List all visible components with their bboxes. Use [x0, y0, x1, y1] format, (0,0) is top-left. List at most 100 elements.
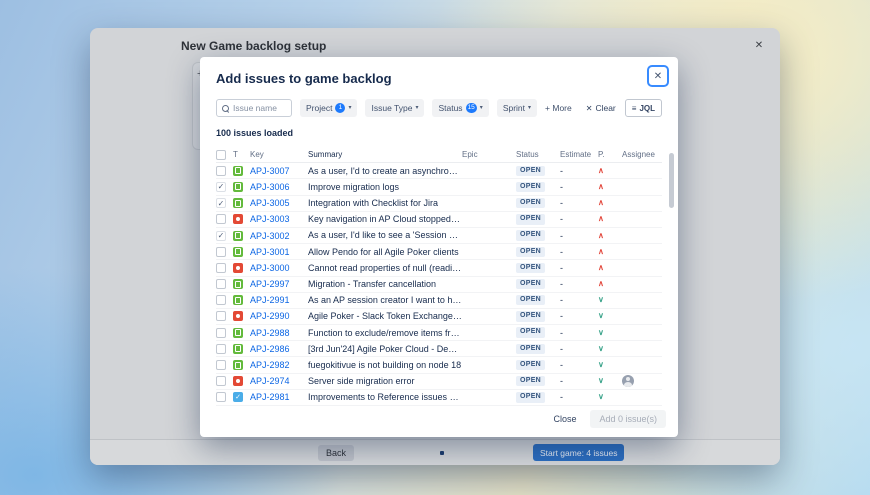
issue-key-link[interactable]: APJ-2981 [250, 392, 308, 402]
scrollbar-thumb[interactable] [669, 153, 674, 208]
priority-icon [598, 232, 604, 240]
issue-key-link[interactable]: APJ-2997 [250, 279, 308, 289]
issue-type-icon [233, 392, 243, 402]
table-row[interactable]: APJ-2990 Agile Poker - Slack Token Excha… [216, 309, 662, 325]
table-row[interactable]: APJ-3002 As a user, I'd like to see a 'S… [216, 228, 662, 244]
priority-icon [598, 183, 604, 191]
dialog-title: Add issues to game backlog [216, 71, 662, 86]
status-badge: OPEN [516, 392, 545, 402]
issue-summary: Server side migration error [308, 373, 462, 389]
issue-key-link[interactable]: APJ-2982 [250, 360, 308, 370]
issue-summary: Agile Poker - Slack Token Exchange Error [308, 308, 462, 324]
priority-icon [598, 215, 604, 223]
issue-key-link[interactable]: APJ-3001 [250, 247, 308, 257]
row-checkbox[interactable] [216, 182, 226, 192]
issue-type-icon [233, 279, 243, 289]
issue-key-link[interactable]: APJ-2991 [250, 295, 308, 305]
table-row[interactable]: APJ-2974 Server side migration error OPE… [216, 374, 662, 390]
table-row[interactable]: APJ-3000 Cannot read properties of null … [216, 260, 662, 276]
issue-estimate: - [560, 392, 598, 402]
issue-type-icon [233, 376, 243, 386]
table-row[interactable]: APJ-2982 fuegokitivue is not building on… [216, 357, 662, 373]
status-badge: OPEN [516, 279, 545, 289]
priority-icon [598, 248, 604, 256]
select-all-checkbox[interactable] [216, 150, 226, 160]
close-dialog-button[interactable]: Close [549, 410, 580, 428]
issue-estimate: - [560, 182, 598, 192]
table-row[interactable]: APJ-3006 Improve migration logs OPEN - [216, 179, 662, 195]
filter-issue-type[interactable]: Issue Type ▾ [365, 99, 424, 117]
add-issues-button[interactable]: Add 0 issue(s) [590, 410, 666, 428]
table-row[interactable]: APJ-2988 Function to exclude/remove item… [216, 325, 662, 341]
table-row[interactable]: APJ-3001 Allow Pendo for all Agile Poker… [216, 244, 662, 260]
window-close-icon[interactable]: ✕ [752, 39, 766, 53]
status-badge: OPEN [516, 344, 545, 354]
table-row[interactable]: APJ-3003 Key navigation in AP Cloud stop… [216, 212, 662, 228]
row-checkbox[interactable] [216, 360, 226, 370]
clear-filters-button[interactable]: ✕ Clear [586, 103, 616, 113]
issue-summary: [3rd Jun'24] Agile Poker Cloud - Depreca… [308, 341, 462, 357]
issue-type-icon [233, 311, 243, 321]
table-row[interactable]: APJ-3005 Integration with Checklist for … [216, 196, 662, 212]
issue-key-link[interactable]: APJ-2974 [250, 376, 308, 386]
issue-key-link[interactable]: APJ-3007 [250, 166, 308, 176]
chevron-down-icon: ▾ [348, 105, 351, 111]
jql-toggle-button[interactable]: ≡ JQL [625, 99, 662, 117]
filter-bar: Project 1 ▾ Issue Type ▾ Status 15 ▾ Spr… [216, 99, 662, 117]
row-checkbox[interactable] [216, 198, 226, 208]
issue-summary: Integration with Checklist for Jira [308, 195, 462, 211]
row-checkbox[interactable] [216, 328, 226, 338]
filter-sprint[interactable]: Sprint ▾ [497, 99, 537, 117]
status-badge: OPEN [516, 198, 545, 208]
row-checkbox[interactable] [216, 166, 226, 176]
search-input[interactable] [233, 103, 286, 113]
issue-key-link[interactable]: APJ-3003 [250, 214, 308, 224]
issue-key-link[interactable]: APJ-3005 [250, 198, 308, 208]
status-badge: OPEN [516, 182, 545, 192]
row-checkbox[interactable] [216, 247, 226, 257]
row-checkbox[interactable] [216, 214, 226, 224]
issue-key-link[interactable]: APJ-2988 [250, 328, 308, 338]
issue-type-icon [233, 247, 243, 257]
row-checkbox[interactable] [216, 344, 226, 354]
issue-key-link[interactable]: APJ-2986 [250, 344, 308, 354]
filter-status[interactable]: Status 15 ▾ [432, 99, 488, 117]
row-checkbox[interactable] [216, 392, 226, 402]
back-button[interactable]: Back [318, 445, 354, 461]
filter-project[interactable]: Project 1 ▾ [300, 99, 357, 117]
table-row[interactable]: APJ-3007 As a user, I'd to create an asy… [216, 163, 662, 179]
priority-icon [598, 377, 604, 385]
issue-estimate: - [560, 247, 598, 257]
issue-summary: Cannot read properties of null (reading … [308, 260, 462, 276]
row-checkbox[interactable] [216, 311, 226, 321]
issue-summary: Function to exclude/remove items from th… [308, 325, 462, 341]
issue-key-link[interactable]: APJ-3002 [250, 231, 308, 241]
issue-estimate: - [560, 376, 598, 386]
window-footer: Back Start game: 4 issues [90, 439, 780, 465]
table-row[interactable]: APJ-2986 [3rd Jun'24] Agile Poker Cloud … [216, 341, 662, 357]
issue-key-link[interactable]: APJ-2990 [250, 311, 308, 321]
table-row[interactable]: APJ-2991 As an AP session creator I want… [216, 293, 662, 309]
more-filters-button[interactable]: + More [545, 103, 572, 113]
row-checkbox[interactable] [216, 376, 226, 386]
issue-estimate: - [560, 198, 598, 208]
issue-summary: fuegokitivue is not building on node 18 [308, 357, 462, 373]
priority-icon [598, 167, 604, 175]
filter-count-badge: 15 [466, 103, 477, 113]
row-checkbox[interactable] [216, 231, 226, 241]
issue-key-link[interactable]: APJ-3006 [250, 182, 308, 192]
table-row[interactable]: APJ-2981 Improvements to Reference issue… [216, 390, 662, 406]
priority-icon [598, 329, 604, 337]
row-checkbox[interactable] [216, 295, 226, 305]
row-checkbox[interactable] [216, 263, 226, 273]
dialog-close-button[interactable]: ✕ [647, 65, 669, 87]
issue-search[interactable] [216, 99, 292, 117]
row-checkbox[interactable] [216, 279, 226, 289]
table-row[interactable]: APJ-2997 Migration - Transfer cancellati… [216, 277, 662, 293]
add-issues-dialog: ✕ Add issues to game backlog Project 1 ▾… [200, 57, 678, 437]
scrollbar[interactable] [669, 145, 674, 395]
col-status: Status [516, 150, 560, 159]
start-game-button[interactable]: Start game: 4 issues [533, 444, 624, 461]
issue-key-link[interactable]: APJ-3000 [250, 263, 308, 273]
clear-icon: ✕ [586, 104, 593, 113]
